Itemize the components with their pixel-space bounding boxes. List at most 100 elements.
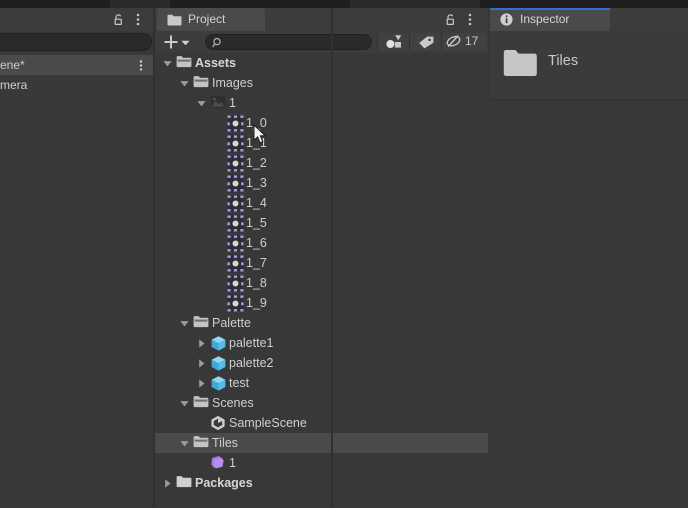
project-tree-row[interactable]: 1_6: [155, 233, 488, 253]
project-tree-row[interactable]: Packages: [155, 473, 488, 493]
project-tree-row-label: 1_2: [246, 153, 267, 173]
folder-open-icon: [193, 75, 209, 88]
prefab-cube-icon: [210, 355, 227, 372]
folder-open-icon: [193, 315, 209, 328]
project-tree-row[interactable]: Images: [155, 73, 488, 93]
project-tree-row[interactable]: 1_5: [155, 213, 488, 233]
project-lock-icon[interactable]: [444, 13, 457, 26]
project-tree-row-label: Images: [212, 73, 253, 93]
project-toolbar: 17: [155, 31, 488, 53]
plus-icon: [164, 35, 178, 49]
project-tree-row-label: Palette: [212, 313, 251, 333]
project-tree-row[interactable]: palette2: [155, 353, 488, 373]
inspector-panel: Inspector Tiles: [490, 8, 688, 508]
project-tree-row[interactable]: 1_7: [155, 253, 488, 273]
project-tree-row[interactable]: test: [155, 373, 488, 393]
search-icon: [212, 37, 224, 49]
lock-icon[interactable]: [112, 13, 125, 26]
sprite-icon: [227, 175, 244, 192]
filter-count-label: 17: [465, 34, 478, 48]
project-search-input[interactable]: [226, 35, 370, 51]
project-tree-row[interactable]: 1_2: [155, 153, 488, 173]
project-tree-row[interactable]: 1: [155, 453, 488, 473]
project-tree-row[interactable]: 1_9: [155, 293, 488, 313]
project-kebab-menu-icon[interactable]: [464, 13, 476, 26]
project-tree-row-label: 1: [229, 93, 236, 113]
tab-inspector[interactable]: Inspector: [490, 8, 610, 31]
sprite-icon: [227, 155, 244, 172]
project-panel: Project: [155, 8, 488, 508]
project-tree-row[interactable]: 1_3: [155, 173, 488, 193]
project-tree-row-label: test: [229, 373, 249, 393]
project-tree-row-label: Assets: [195, 53, 236, 73]
add-asset-button[interactable]: [163, 33, 195, 51]
project-tree-row-label: Tiles: [212, 433, 238, 453]
project-tree-row-label: palette1: [229, 333, 273, 353]
project-search-field[interactable]: [205, 34, 372, 50]
chevron-down-icon: [181, 40, 190, 46]
chevron-down-icon[interactable]: [180, 319, 189, 328]
hierarchy-tree: ene* mera: [0, 55, 155, 508]
project-tree-row-label: 1_1: [246, 133, 267, 153]
chevron-right-icon[interactable]: [163, 479, 172, 488]
chevron-down-icon[interactable]: [180, 439, 189, 448]
project-tree-row-label: palette2: [229, 353, 273, 373]
window-top-chrome: [0, 0, 688, 8]
hierarchy-kebab-menu-icon[interactable]: [132, 13, 144, 26]
project-tree-row[interactable]: palette1: [155, 333, 488, 353]
folder-open-icon: [176, 55, 192, 68]
hierarchy-tabbar: [0, 8, 155, 31]
project-tree-row[interactable]: SampleScene: [155, 413, 488, 433]
project-tree-row[interactable]: Tiles: [155, 433, 488, 453]
saved-search-filter-button[interactable]: 17: [441, 33, 487, 50]
inspector-content-area: [490, 100, 688, 508]
inspector-body: Tiles: [490, 31, 688, 508]
chrome-notch-mid: [350, 0, 480, 8]
tile-asset-icon: [210, 455, 227, 471]
project-tree-row[interactable]: Palette: [155, 313, 488, 333]
hierarchy-row-scene[interactable]: ene*: [0, 55, 155, 75]
label-filter-button[interactable]: [409, 33, 442, 50]
chrome-notch-left: [110, 0, 170, 8]
chevron-down-icon[interactable]: [180, 79, 189, 88]
project-tree-row-label: 1_3: [246, 173, 267, 193]
inspector-asset-header: Tiles: [490, 31, 688, 99]
project-asset-tree[interactable]: Assets Images 1 1_0: [155, 53, 488, 508]
hierarchy-scene-kebab-icon[interactable]: [135, 55, 147, 75]
project-tree-row[interactable]: 1_8: [155, 273, 488, 293]
chevron-down-icon[interactable]: [197, 99, 206, 108]
folder-icon: [176, 475, 192, 488]
hierarchy-row-camera[interactable]: mera: [0, 75, 155, 95]
sprite-icon: [227, 295, 244, 312]
sprite-icon: [227, 215, 244, 232]
chevron-right-icon[interactable]: [197, 359, 206, 368]
sprite-icon: [227, 275, 244, 292]
project-tree-row-label: 1_0: [246, 113, 267, 133]
folder-icon: [503, 49, 537, 78]
chevron-down-icon[interactable]: [163, 59, 172, 68]
tab-project-label: Project: [188, 12, 225, 26]
hierarchy-search-input[interactable]: [0, 33, 152, 51]
project-tree-row-label: Packages: [195, 473, 253, 493]
project-tree-row-label: 1_7: [246, 253, 267, 273]
project-tree-row[interactable]: Assets: [155, 53, 488, 73]
project-right-edge: [331, 8, 333, 508]
chevron-right-icon[interactable]: [197, 339, 206, 348]
sprite-icon: [227, 235, 244, 252]
hierarchy-camera-label: mera: [0, 75, 27, 95]
folder-icon: [167, 14, 182, 26]
tab-project[interactable]: Project: [157, 8, 265, 31]
project-tree-row[interactable]: Scenes: [155, 393, 488, 413]
inspector-asset-name: Tiles: [548, 53, 578, 69]
asset-type-filter-button[interactable]: [377, 33, 410, 50]
project-tabbar: Project: [155, 8, 488, 31]
project-tree-row[interactable]: 1_0: [155, 113, 488, 133]
project-tree-row[interactable]: 1_4: [155, 193, 488, 213]
project-tree-row[interactable]: 1: [155, 93, 488, 113]
chevron-down-icon[interactable]: [180, 399, 189, 408]
folder-open-icon: [193, 435, 209, 448]
prefab-cube-icon: [210, 375, 227, 392]
chevron-right-icon[interactable]: [197, 379, 206, 388]
folder-open-icon: [193, 395, 209, 408]
project-tree-row[interactable]: 1_1: [155, 133, 488, 153]
